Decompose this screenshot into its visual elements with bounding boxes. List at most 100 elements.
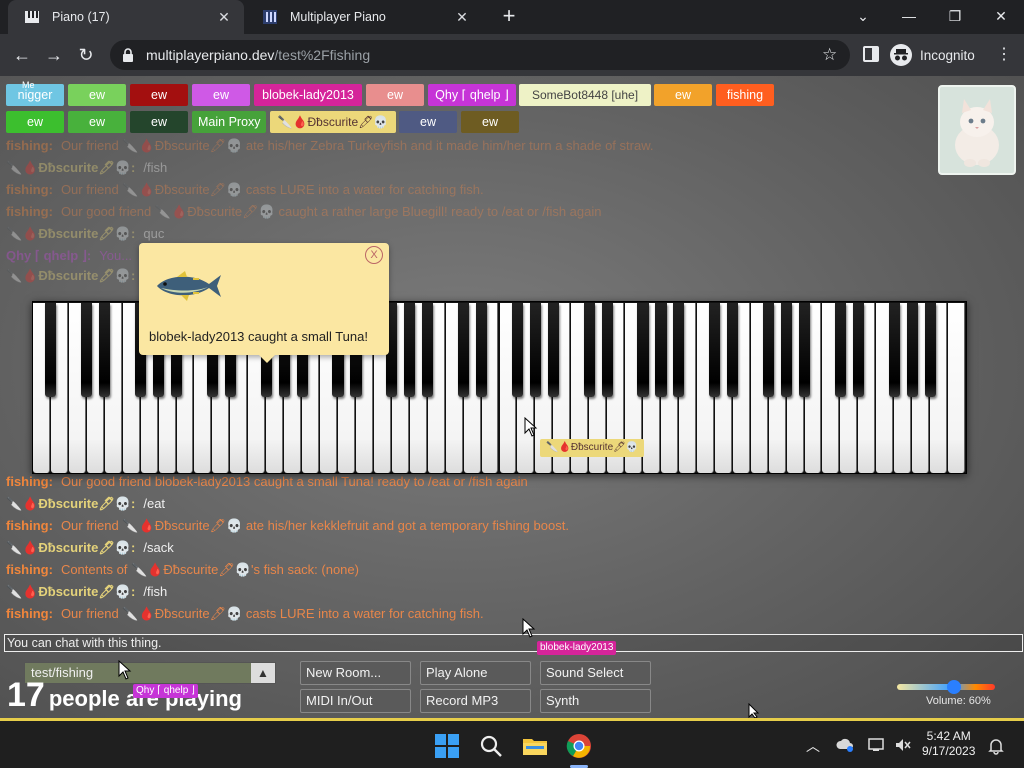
- chat-text: Our friend 🔪🩸Ɖƀscurite🖊💀 casts LURE into…: [60, 606, 484, 621]
- tab-close-icon[interactable]: ✕: [214, 7, 234, 27]
- record-mp3-button[interactable]: Record MP3: [420, 689, 531, 713]
- chat-message: fishing: Contents of 🔪🩸Ɖƀscurite🖊💀's fish…: [6, 560, 359, 580]
- black-key[interactable]: [834, 303, 846, 397]
- black-key[interactable]: [583, 303, 595, 397]
- forward-arrow-icon[interactable]: →: [42, 43, 66, 67]
- user-tag[interactable]: Qhy ⌈ qhelp ⌋: [428, 84, 516, 106]
- tab-search-chevron-icon[interactable]: ⌄: [848, 4, 878, 28]
- black-key[interactable]: [475, 303, 488, 397]
- black-key[interactable]: [404, 303, 416, 397]
- mouse-cursor-icon: [748, 703, 760, 718]
- windows-start-icon[interactable]: [434, 733, 460, 759]
- black-key[interactable]: [422, 303, 434, 397]
- user-tag[interactable]: ew: [366, 84, 424, 106]
- black-key[interactable]: [529, 303, 541, 397]
- user-tag[interactable]: SomeBot8448 [uhe]: [519, 84, 651, 106]
- user-tag[interactable]: fishing: [716, 84, 774, 106]
- chat-nick: fishing:: [6, 562, 53, 577]
- user-tag[interactable]: ew: [130, 111, 188, 133]
- reload-icon[interactable]: ↻: [74, 43, 98, 67]
- black-key[interactable]: [906, 303, 918, 397]
- user-tag[interactable]: ew: [68, 111, 126, 133]
- onedrive-icon[interactable]: [836, 737, 854, 753]
- chat-text: /eat: [143, 496, 166, 511]
- show-hidden-icons-chevron-icon[interactable]: ︿: [806, 736, 820, 756]
- black-key[interactable]: [852, 303, 864, 397]
- chat-message: 🔪🩸Ɖƀscurite🖊💀: /sack: [6, 538, 174, 558]
- black-key[interactable]: [727, 303, 739, 397]
- tab-close-icon[interactable]: ✕: [452, 7, 472, 27]
- user-tag[interactable]: ew: [192, 84, 250, 106]
- black-key[interactable]: [924, 303, 936, 397]
- user-tag[interactable]: Main Proxy: [192, 111, 266, 133]
- chat-message: fishing: Our friend 🔪🩸Ɖƀscurite🖊💀 casts L…: [6, 180, 484, 200]
- network-icon[interactable]: [868, 737, 886, 753]
- tab-title: Multiplayer Piano: [290, 10, 386, 24]
- chat-nick: 🔪🩸Ɖƀscurite🖊💀:: [6, 268, 136, 283]
- restore-icon[interactable]: ❐: [940, 4, 970, 28]
- black-key[interactable]: [781, 303, 793, 397]
- notification-close-button[interactable]: X: [365, 246, 383, 264]
- black-key[interactable]: [763, 303, 775, 397]
- black-key[interactable]: [45, 303, 57, 397]
- user-tag[interactable]: ew: [130, 84, 188, 106]
- user-tag[interactable]: blobek-lady2013: [254, 84, 362, 106]
- search-icon[interactable]: [478, 733, 504, 759]
- back-arrow-icon[interactable]: ←: [10, 43, 34, 67]
- new-tab-button[interactable]: +: [497, 5, 521, 29]
- black-key[interactable]: [99, 303, 111, 397]
- black-key[interactable]: [637, 303, 649, 397]
- clock-date: 9/17/2023: [922, 744, 976, 758]
- bookmark-star-icon[interactable]: ☆: [822, 46, 840, 64]
- black-key[interactable]: [798, 303, 811, 397]
- url-host: multiplayerpiano.dev: [146, 47, 275, 63]
- black-key[interactable]: [547, 303, 559, 397]
- tab-title: Piano (17): [52, 10, 110, 24]
- browser-menu-icon[interactable]: ⋮: [996, 45, 1012, 65]
- side-panel-icon[interactable]: [863, 46, 879, 62]
- chat-nick: 🔪🩸Ɖƀscurite🖊💀:: [6, 584, 136, 599]
- synth-button[interactable]: Synth: [540, 689, 651, 713]
- black-key[interactable]: [458, 303, 470, 397]
- user-tag[interactable]: ew: [399, 111, 457, 133]
- new-room-button[interactable]: New Room...: [300, 661, 411, 685]
- sound-select-button[interactable]: Sound Select: [540, 661, 651, 685]
- tab-multiplayer-piano[interactable]: Multiplayer Piano ✕: [246, 0, 482, 34]
- chat-message: fishing: Our friend 🔪🩸Ɖƀscurite🖊💀 ate his…: [6, 136, 653, 156]
- speaker-muted-icon[interactable]: [894, 737, 912, 753]
- close-window-icon[interactable]: ✕: [986, 4, 1016, 28]
- tab-piano[interactable]: Piano (17) ✕: [8, 0, 244, 34]
- volume-label: Volume: 60%: [926, 695, 991, 707]
- notification-bell-icon[interactable]: [988, 737, 1004, 755]
- volume-slider[interactable]: [897, 680, 995, 694]
- file-explorer-icon[interactable]: [522, 733, 548, 759]
- incognito-indicator[interactable]: Incognito: [890, 41, 975, 69]
- white-key[interactable]: [948, 303, 965, 473]
- user-tag[interactable]: ew: [68, 84, 126, 106]
- minimize-icon[interactable]: —: [894, 4, 924, 28]
- user-tag[interactable]: 🔪🩸Ɖƀscurite🖊💀: [270, 111, 396, 133]
- volume-knob[interactable]: [947, 680, 962, 694]
- black-key[interactable]: [673, 303, 685, 397]
- black-key[interactable]: [655, 303, 667, 397]
- user-tag[interactable]: ew: [654, 84, 712, 106]
- address-bar[interactable]: multiplayerpiano.dev/test%2Ffishing ☆: [110, 40, 850, 70]
- black-key[interactable]: [709, 303, 721, 397]
- chrome-icon[interactable]: [566, 733, 592, 759]
- cursor-name-tag: Qhy ⌈ qhelp ⌋: [133, 684, 198, 698]
- dropdown-arrow-icon[interactable]: ▲: [251, 663, 275, 683]
- chat-message: 🔪🩸Ɖƀscurite🖊💀: /fish: [6, 158, 167, 178]
- black-key[interactable]: [601, 303, 613, 397]
- user-tag[interactable]: ew: [461, 111, 519, 133]
- taskbar-clock[interactable]: 5:42 AM 9/17/2023: [922, 729, 975, 759]
- black-key[interactable]: [511, 303, 523, 397]
- black-key[interactable]: [888, 303, 900, 397]
- chat-input[interactable]: You can chat with this thing.: [4, 634, 1023, 652]
- player-count: 17 people are playing: [7, 676, 242, 715]
- black-key[interactable]: [81, 303, 93, 397]
- midi-button[interactable]: MIDI In/Out: [300, 689, 411, 713]
- chat-text: Contents of 🔪🩸Ɖƀscurite🖊💀's fish sack: (…: [60, 562, 359, 577]
- user-tag[interactable]: ew: [6, 111, 64, 133]
- play-alone-button[interactable]: Play Alone: [420, 661, 531, 685]
- user-tag[interactable]: nigger: [6, 84, 64, 106]
